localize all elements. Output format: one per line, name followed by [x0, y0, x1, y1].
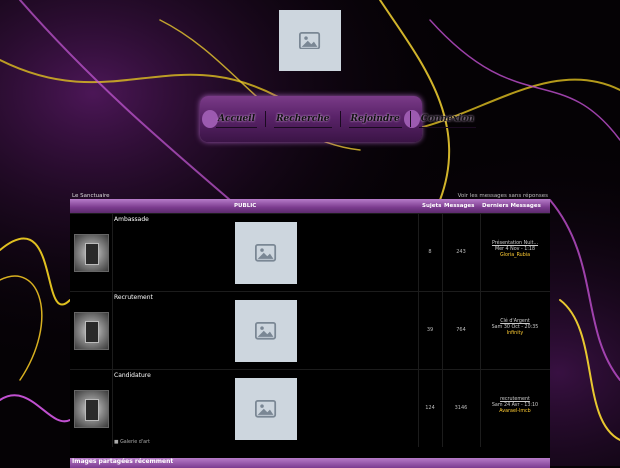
nav-connexion[interactable]: Connexion: [418, 111, 477, 128]
forum-image-placeholder: [235, 300, 297, 362]
nav-recherche[interactable]: Recherche: [274, 111, 332, 128]
forum-row: Candidature ■ Galerie d'art 124 3146 rec…: [70, 369, 550, 447]
topics-header: Sujets: [422, 203, 442, 209]
topic-count: 124: [425, 405, 435, 411]
table-header: PUBLIC Sujets Messages Derniers Messages: [70, 199, 550, 213]
category-header: PUBLIC: [234, 203, 257, 209]
post-count: 243: [456, 249, 466, 255]
nav-accueil[interactable]: Accueil: [216, 111, 258, 128]
post-count: 764: [456, 327, 466, 333]
forum-title[interactable]: Candidature: [114, 372, 151, 379]
forum-image-placeholder: [235, 378, 297, 440]
main-navbar: Accueil Recherche Rejoindre Connexion: [200, 96, 477, 142]
forum-row: Ambassade 8 243 Présentation Nuit... Mer…: [70, 213, 550, 291]
last-post-user[interactable]: Infinity: [480, 331, 550, 337]
subforum-link[interactable]: ■ Galerie d'art: [114, 440, 150, 445]
forum-row: Recrutement 39 764 Clé d'Argent Sam 30 O…: [70, 291, 550, 369]
forum-status-icon: [74, 234, 109, 272]
forum-image-placeholder: [235, 222, 297, 284]
forum-status-icon: [74, 390, 109, 428]
forum-title[interactable]: Recrutement: [114, 294, 153, 301]
nav-rejoindre[interactable]: Rejoindre: [348, 111, 402, 128]
topic-count: 8: [428, 249, 432, 255]
recent-images-header: Images partagées récemment: [70, 458, 550, 468]
last-post: Présentation Nuit... Mer 4 Nov - 1:18 Gl…: [480, 241, 550, 259]
last-post-user[interactable]: Gloria_Rubia: [480, 253, 550, 259]
subforum-label[interactable]: Galerie d'art: [120, 440, 150, 445]
forum-table: PUBLIC Sujets Messages Derniers Messages…: [70, 199, 550, 459]
topic-count: 39: [426, 327, 434, 333]
last-post: recrutement Sam 24 Avr - 13:10 Avarael-l…: [480, 397, 550, 415]
forum-status-icon: [74, 312, 109, 350]
last-post-user[interactable]: Avarael-lmcb: [480, 409, 550, 415]
logo-image-placeholder: [279, 10, 341, 71]
forum-title[interactable]: Ambassade: [114, 216, 149, 223]
last-post: Clé d'Argent Sam 30 Oct - 20:35 Infinity: [480, 319, 550, 337]
post-count: 3146: [454, 405, 468, 411]
posts-header: Messages: [444, 203, 475, 209]
last-header: Derniers Messages: [482, 203, 541, 209]
